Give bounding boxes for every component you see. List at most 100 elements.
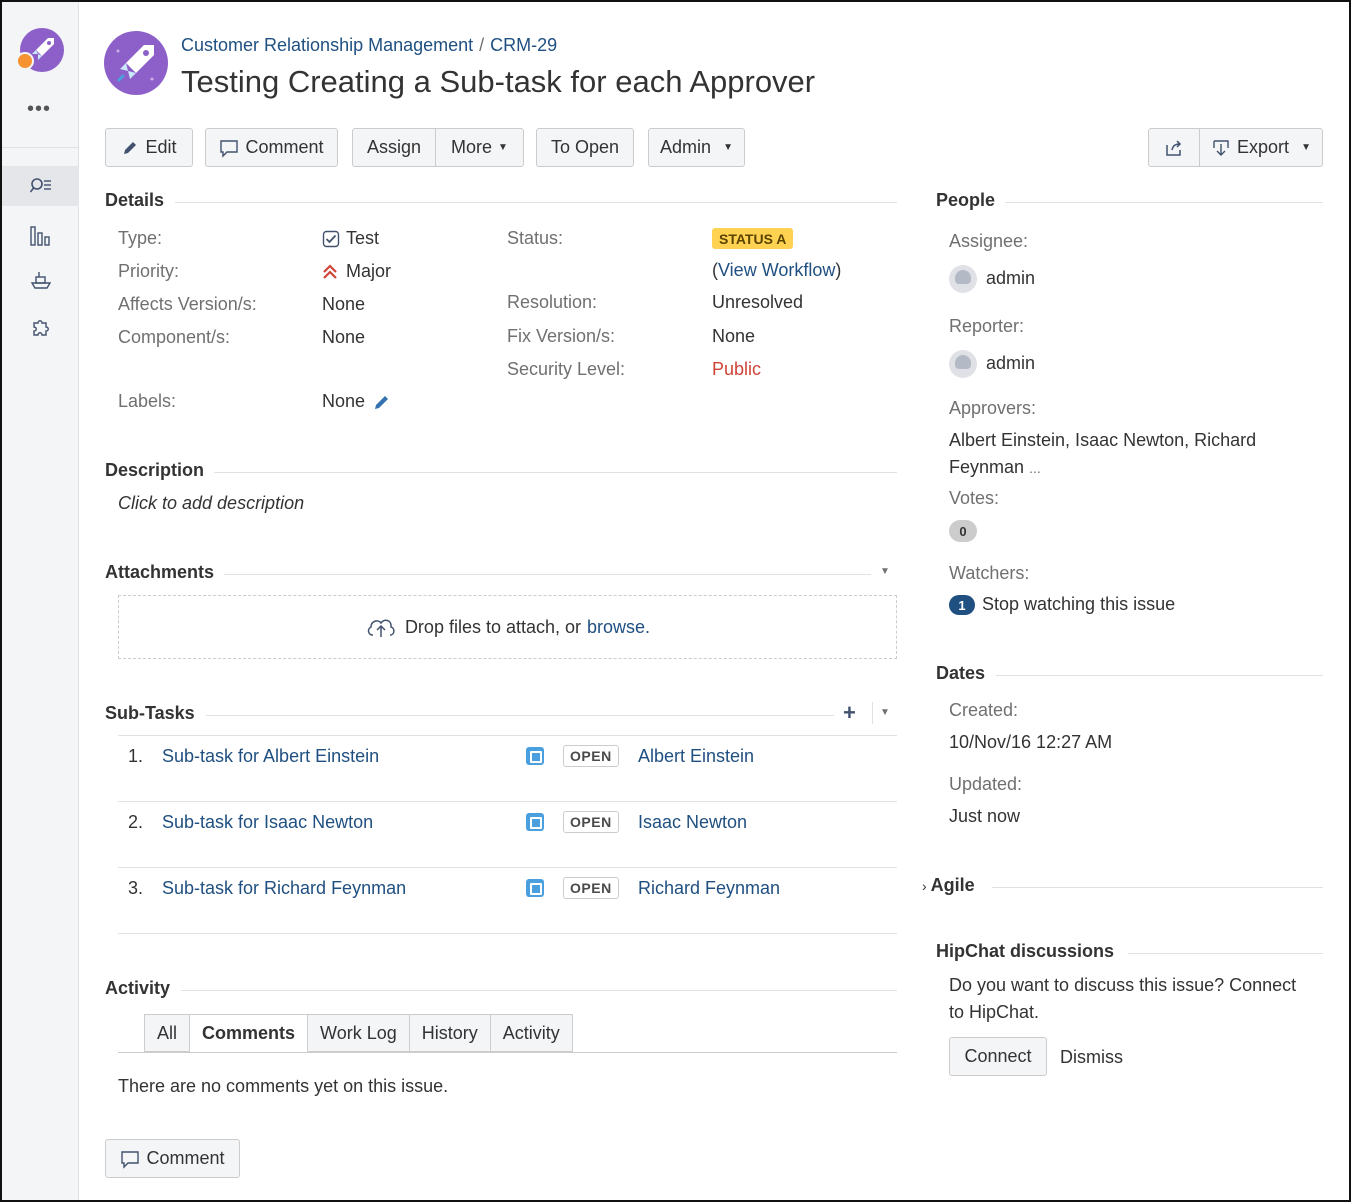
export-icon xyxy=(1213,139,1229,156)
subtask-title-link[interactable]: Sub-task for Isaac Newton xyxy=(162,812,373,833)
upload-cloud-icon xyxy=(367,619,395,637)
more-button[interactable]: More ▼ xyxy=(435,129,523,166)
connect-label: Connect xyxy=(964,1046,1032,1066)
breadcrumb-project-link[interactable]: Customer Relationship Management xyxy=(181,35,473,55)
approvers-line2-text: Feynman xyxy=(949,457,1025,477)
priority-value: Major xyxy=(322,261,391,282)
ship-icon xyxy=(30,272,51,289)
tab-comments[interactable]: Comments xyxy=(190,1014,309,1052)
subtask-assignee-link[interactable]: Albert Einstein xyxy=(638,746,754,767)
pencil-icon xyxy=(124,141,137,154)
people-heading: People xyxy=(936,190,995,211)
sidebar-item-reports[interactable] xyxy=(2,216,79,256)
rocket-icon xyxy=(116,45,154,83)
edit-button[interactable]: Edit xyxy=(105,128,193,167)
created-label: Created: xyxy=(949,700,1019,720)
approvers-line1: Albert Einstein, Isaac Newton, Richard xyxy=(949,430,1257,450)
type-label: Type: xyxy=(118,228,163,248)
description-heading-text: Description xyxy=(105,460,205,480)
comment-bottom-label: Comment xyxy=(146,1148,225,1168)
tab-activity[interactable]: Activity xyxy=(490,1014,573,1052)
subtask-status-badge: OPEN xyxy=(563,745,619,767)
sidebar: ••• xyxy=(2,2,79,1200)
stop-watching-link[interactable]: Stop watching this issue xyxy=(982,594,1175,615)
bar-chart-icon xyxy=(29,226,50,246)
browse-link[interactable]: browse. xyxy=(587,617,650,638)
connect-button[interactable]: Connect xyxy=(949,1037,1047,1076)
attachments-heading-text: Attachments xyxy=(105,562,215,582)
subtask-row: 2. Sub-task for Isaac Newton OPEN Isaac … xyxy=(118,801,897,867)
tab-work-log[interactable]: Work Log xyxy=(308,1014,410,1052)
dismiss-link[interactable]: Dismiss xyxy=(1060,1047,1123,1068)
attachments-options-icon[interactable]: ▼ xyxy=(880,566,890,577)
labels-value[interactable]: None xyxy=(322,391,391,412)
more-icon[interactable]: ••• xyxy=(27,98,51,121)
attachment-dropzone[interactable]: Drop files to attach, or browse. xyxy=(118,595,897,659)
to-open-label: To Open xyxy=(550,137,620,157)
assign-button[interactable]: Assign xyxy=(353,129,435,166)
export-button[interactable]: Export ▼ xyxy=(1199,128,1323,167)
tabs-underline xyxy=(118,1052,897,1053)
dates-heading-text: Dates xyxy=(936,663,986,683)
dates-rule xyxy=(996,675,1323,676)
dev-badge-icon xyxy=(16,52,34,70)
hipchat-heading: HipChat discussions xyxy=(936,941,1114,962)
issue-title[interactable]: Testing Creating a Sub-task for each App… xyxy=(181,64,815,100)
no-comments-text: There are no comments yet on this issue. xyxy=(118,1076,449,1096)
hipchat-text-line1: Do you want to discuss this issue? Conne… xyxy=(949,975,1297,995)
pencil-icon[interactable] xyxy=(373,393,391,411)
description-placeholder[interactable]: Click to add description xyxy=(118,493,304,514)
subtask-status-badge: OPEN xyxy=(563,811,619,833)
subtask-assignee-link[interactable]: Richard Feynman xyxy=(638,878,780,899)
project-logo[interactable] xyxy=(16,28,64,72)
comment-bottom-button[interactable]: Comment xyxy=(105,1139,240,1178)
breadcrumb-separator: / xyxy=(479,35,485,55)
subtask-assignee-link[interactable]: Isaac Newton xyxy=(638,812,747,833)
to-open-button[interactable]: To Open xyxy=(536,128,634,167)
sidebar-item-releases[interactable] xyxy=(2,260,79,300)
subtasks-divider xyxy=(872,702,873,724)
type-value-text: Test xyxy=(346,228,380,248)
share-button[interactable] xyxy=(1148,128,1200,167)
sidebar-item-addons[interactable] xyxy=(2,308,79,348)
comment-icon xyxy=(220,139,239,158)
breadcrumb-issue-key-link[interactable]: CRM-29 xyxy=(490,35,557,55)
subtask-number: 3. xyxy=(128,878,144,898)
view-workflow-link[interactable]: View Workflow xyxy=(718,260,835,280)
export-label: Export xyxy=(1237,137,1290,157)
status-lozenge: STATUS A xyxy=(712,228,794,249)
reporter-name[interactable]: admin xyxy=(986,353,1035,374)
subtasks-heading-text: Sub-Tasks xyxy=(105,703,195,723)
component-label: Component/s: xyxy=(118,327,231,347)
project-avatar[interactable] xyxy=(104,31,168,95)
tab-all[interactable]: All xyxy=(144,1014,191,1052)
assignee-label: Assignee: xyxy=(949,231,1029,251)
sidebar-item-search[interactable] xyxy=(2,166,79,206)
details-heading-text: Details xyxy=(105,190,165,210)
updated-value: Just now xyxy=(949,806,1021,826)
people-heading-text: People xyxy=(936,190,996,210)
activity-tabs: All Comments Work Log History Activity xyxy=(144,1014,573,1053)
add-subtask-icon[interactable]: + xyxy=(843,700,856,726)
watchers-badge[interactable]: 1 xyxy=(949,595,975,615)
assignee-name[interactable]: admin xyxy=(986,268,1035,289)
votes-badge[interactable]: 0 xyxy=(949,520,977,542)
tab-history[interactable]: History xyxy=(409,1014,491,1052)
hipchat-rule xyxy=(1128,953,1323,954)
priority-major-icon xyxy=(323,263,337,279)
subtask-type-icon xyxy=(526,879,544,897)
subtasks-options-icon[interactable]: ▼ xyxy=(880,707,890,718)
chevron-down-icon: ▼ xyxy=(723,142,733,153)
comment-button[interactable]: Comment xyxy=(205,128,338,167)
activity-rule xyxy=(181,990,897,991)
subtask-title-link[interactable]: Sub-task for Albert Einstein xyxy=(162,746,379,767)
agile-toggle[interactable]: › Agile xyxy=(922,875,975,896)
subtask-status-badge: OPEN xyxy=(563,877,619,899)
priority-value-text: Major xyxy=(346,261,392,281)
admin-button[interactable]: Admin ▼ xyxy=(648,128,745,167)
subtask-title-link[interactable]: Sub-task for Richard Feynman xyxy=(162,878,406,899)
chevron-down-icon: ▼ xyxy=(1301,142,1311,153)
type-value: Test xyxy=(322,228,379,249)
approvers-label: Approvers: xyxy=(949,398,1037,418)
approvers-more[interactable]: ... xyxy=(1029,460,1041,476)
